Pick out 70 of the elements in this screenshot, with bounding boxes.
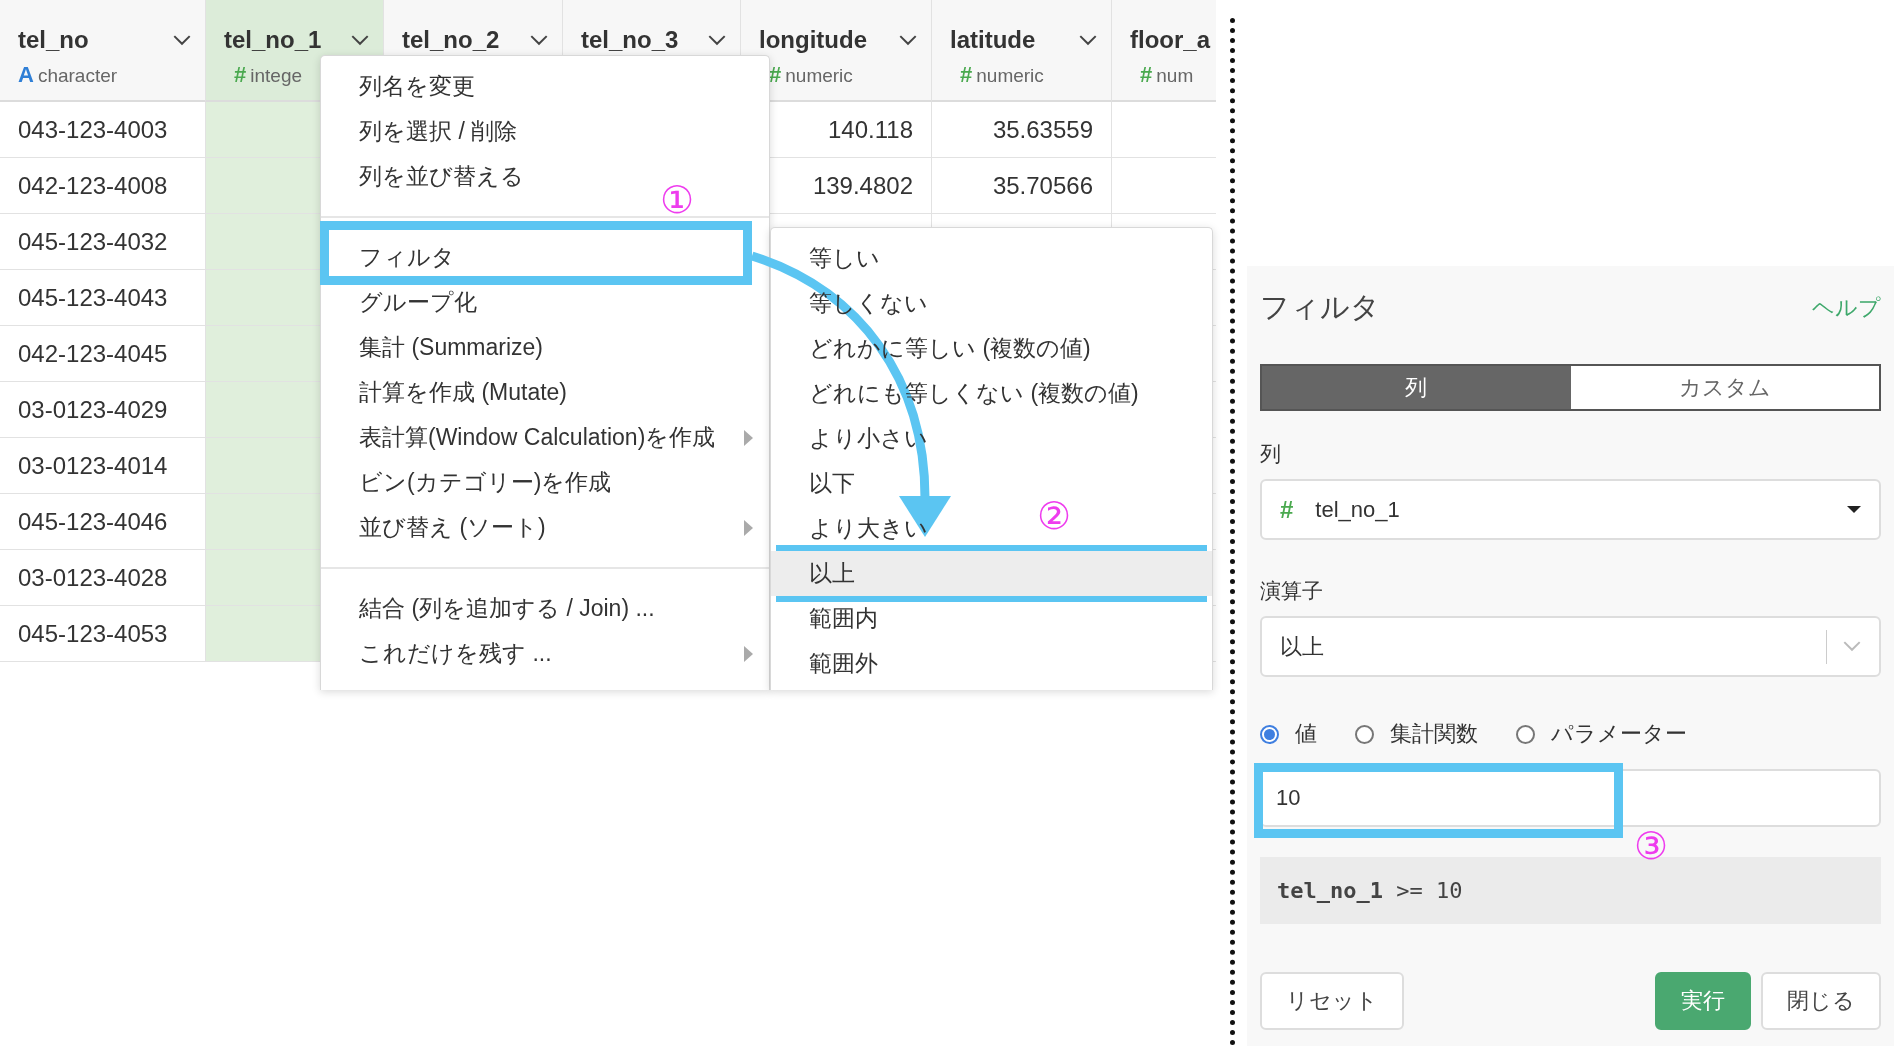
radio-label: パラメーター (1551, 720, 1687, 748)
reset-button[interactable]: リセット (1260, 972, 1404, 1030)
column-name: tel_no_2 (402, 26, 500, 54)
column-name: latitude (950, 26, 1036, 54)
type-icon: A (18, 62, 34, 88)
menu-item[interactable]: 計算を作成 (Mutate) (321, 370, 584, 415)
column-type: numeric (785, 65, 853, 87)
menu-item[interactable]: ビン(カテゴリー)を作成 (321, 460, 628, 505)
field-label: 列 (1260, 441, 1282, 467)
column-header[interactable]: latitude # numeric (932, 0, 1112, 102)
submenu-arrow-icon (744, 519, 753, 536)
column-type: intege (250, 65, 303, 87)
table-cell: 35.70566 (932, 158, 1112, 214)
radio-label: 集計関数 (1390, 720, 1478, 748)
menu-item[interactable]: 表計算(Window Calculation)を作成 (321, 415, 769, 460)
menu-item[interactable]: これだけを残す ... (321, 631, 769, 676)
caret-icon (1847, 506, 1861, 513)
close-button[interactable]: 閉じる (1761, 972, 1881, 1030)
value-input-field[interactable]: 10 (1260, 769, 1881, 827)
field-label: 演算子 (1260, 578, 1324, 604)
chevron-down-icon[interactable] (173, 34, 191, 46)
menu-item[interactable]: 範囲外 (771, 641, 894, 686)
column-dropdown[interactable]: # tel_no_1 (1260, 479, 1881, 540)
menu-item[interactable]: 範囲内 (771, 596, 894, 641)
column-name: tel_no_3 (581, 26, 679, 54)
step-number: ② (1037, 496, 1071, 536)
column-header[interactable]: longitude # numeric (741, 0, 932, 102)
radio-button[interactable] (1260, 724, 1279, 744)
type-icon: # (234, 62, 247, 88)
radio-label: 値 (1295, 720, 1317, 748)
chevron-down-icon[interactable] (1079, 34, 1097, 46)
chevron-down-icon[interactable] (530, 34, 548, 46)
operator-dropdown[interactable]: 以上 (1260, 616, 1881, 677)
column-name: longitude (759, 26, 867, 54)
menu-item[interactable]: 結合 (列を追加する / Join) ... (321, 586, 671, 631)
step-number: ① (660, 180, 694, 220)
submenu-arrow-icon (744, 645, 753, 662)
menu-item[interactable]: 等しい (771, 236, 896, 281)
menu-item[interactable]: グループ化 (321, 280, 493, 325)
chevron-down-icon[interactable] (708, 34, 726, 46)
column-header[interactable]: tel_no A character (0, 0, 206, 102)
dropdown-value: 以上 (1280, 632, 1325, 661)
type-icon: # (1140, 62, 1153, 88)
menu-item[interactable]: 以下 (771, 461, 871, 506)
chevron-down-icon[interactable] (899, 34, 917, 46)
tab[interactable]: カスタム (1570, 366, 1879, 409)
type-icon: # (960, 62, 973, 88)
table-cell: 35.63559 (932, 102, 1112, 158)
column-name: floor_a (1130, 26, 1210, 54)
type-icon: # (1280, 495, 1294, 524)
column-type: num (1156, 65, 1194, 87)
submenu-arrow-icon (744, 429, 753, 446)
column-type: character (37, 65, 118, 87)
type-icon: # (769, 62, 782, 88)
menu-item[interactable]: フィルタ (321, 235, 471, 280)
dropdown-value: tel_no_1 (1315, 496, 1401, 523)
column-name: tel_no_1 (224, 26, 322, 54)
menu-item[interactable]: 列を並び替える (321, 154, 540, 199)
menu-item[interactable]: 並び替え (ソート) (321, 505, 769, 550)
column-header[interactable]: floor_a # num (1112, 0, 1216, 102)
menu-item[interactable]: 以上 (771, 551, 1212, 596)
tab[interactable]: 列 (1262, 366, 1571, 409)
menu-item[interactable]: 列を選択 / 削除 (321, 109, 534, 154)
column-name: tel_no (18, 26, 89, 54)
menu-item[interactable]: 集計 (Summarize) (321, 325, 559, 370)
radio-button[interactable] (1516, 724, 1535, 744)
chevron-down-icon[interactable] (351, 34, 369, 46)
column-type: numeric (976, 65, 1044, 87)
radio-button[interactable] (1355, 724, 1374, 744)
panel-title: フィルタ (1260, 290, 1380, 325)
